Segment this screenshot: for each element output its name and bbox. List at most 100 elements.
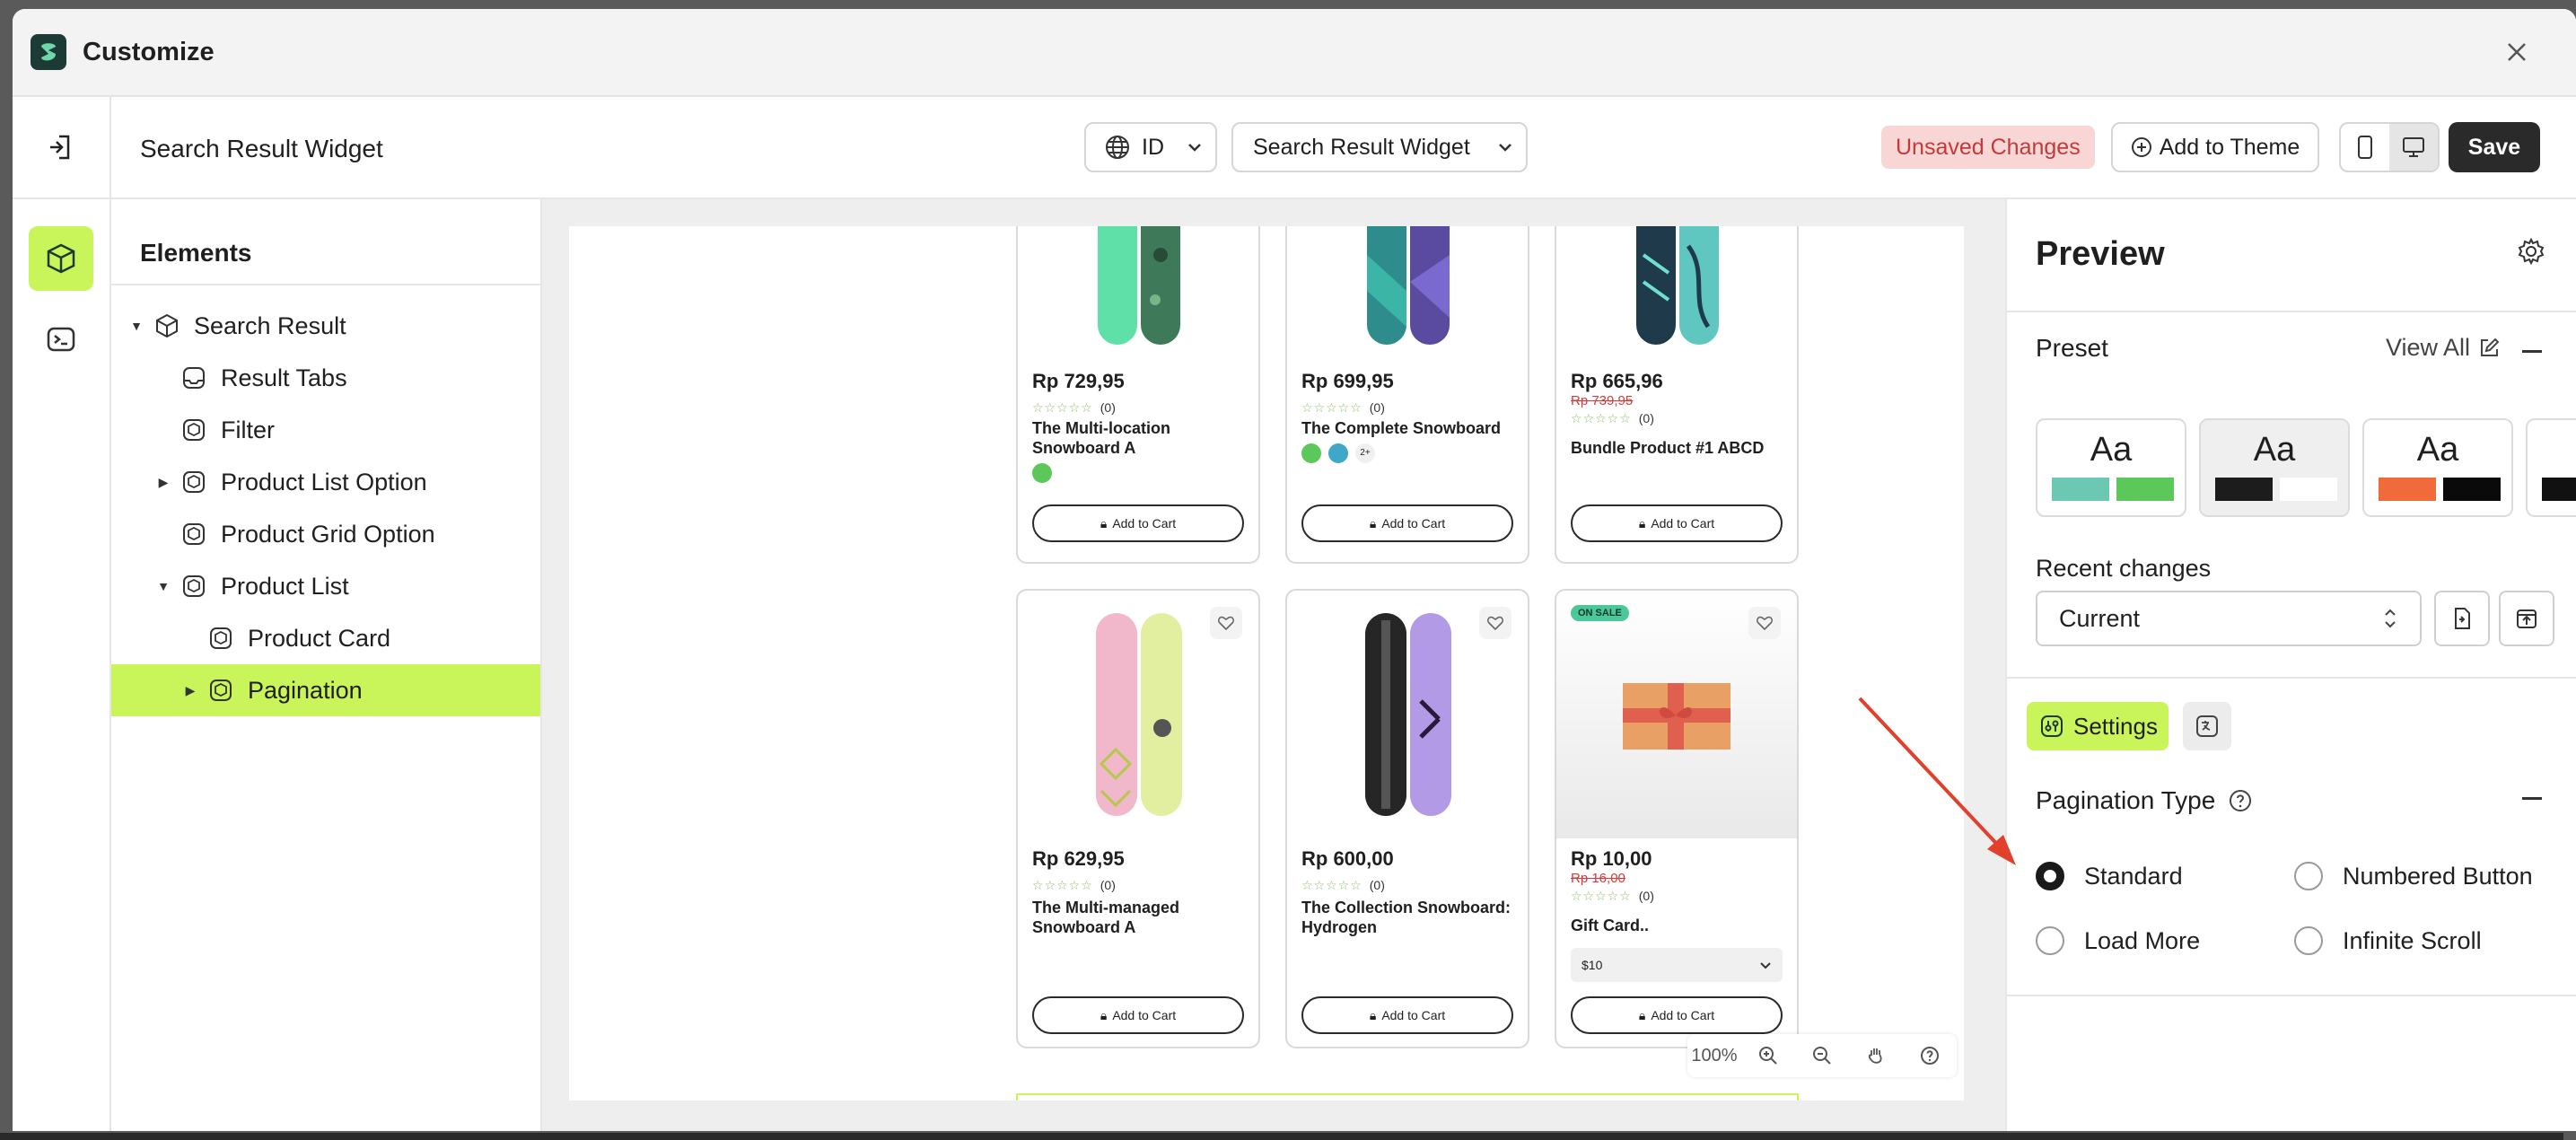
- close-icon[interactable]: [2501, 36, 2533, 68]
- tree-node-search-result[interactable]: ▼ Search Result: [111, 300, 540, 352]
- add-to-cart-button[interactable]: 🔒︎ Add to Cart: [1301, 996, 1513, 1034]
- mobile-icon: [2358, 136, 2372, 159]
- preset-color: [2052, 478, 2109, 501]
- review-count: (0): [1369, 878, 1385, 892]
- tree-node-product-grid-option[interactable]: Product Grid Option: [111, 508, 540, 560]
- product-name[interactable]: Gift Card..: [1571, 916, 1783, 935]
- caret-right-icon[interactable]: ▶: [183, 683, 197, 698]
- add-to-theme-button[interactable]: Add to Theme: [2111, 122, 2319, 172]
- caret-down-icon[interactable]: ▼: [156, 579, 171, 593]
- zoom-out-icon[interactable]: [1795, 1045, 1849, 1066]
- preset-card[interactable]: Aa: [2362, 418, 2513, 517]
- caret-down-icon[interactable]: ▼: [129, 319, 144, 333]
- color-swatch[interactable]: [1301, 443, 1321, 463]
- wishlist-heart-icon[interactable]: [1210, 607, 1242, 639]
- radio-label: Standard: [2084, 862, 2183, 890]
- more-swatches[interactable]: 2+: [1355, 443, 1375, 463]
- view-all-link[interactable]: View All: [2386, 334, 2501, 362]
- recent-changes-value: Current: [2059, 604, 2141, 632]
- radio-standard[interactable]: Standard: [2036, 862, 2183, 890]
- tree-node-product-list-option[interactable]: ▶ Product List Option: [111, 456, 540, 508]
- add-to-cart-button[interactable]: 🔒︎ Add to Cart: [1571, 996, 1783, 1034]
- view-all-label: View All: [2386, 334, 2471, 361]
- pagination-type-label: Pagination Type: [2036, 786, 2216, 814]
- cube-icon: [156, 313, 178, 338]
- add-to-cart-label: Add to Cart: [1381, 1008, 1446, 1022]
- preset-card-selected[interactable]: Aa: [2199, 418, 2350, 517]
- product-name[interactable]: The Multi-location Snowboard A: [1032, 418, 1244, 458]
- variant-select[interactable]: $10: [1571, 948, 1783, 982]
- product-card[interactable]: Rp 699,95 ☆☆☆☆☆ (0) The Complete Snowboar…: [1285, 226, 1529, 564]
- product-compare-price: Rp 16,00: [1571, 871, 1625, 886]
- component-icon: [183, 575, 205, 597]
- import-button[interactable]: [2434, 591, 2490, 646]
- tree-node-product-card[interactable]: Product Card: [111, 612, 540, 664]
- add-to-cart-button[interactable]: 🔒︎ Add to Cart: [1301, 504, 1513, 542]
- language-dropdown[interactable]: ID: [1084, 122, 1217, 172]
- collapse-preset-icon[interactable]: [2522, 350, 2542, 353]
- tree-node-product-list[interactable]: ▼ Product List: [111, 560, 540, 612]
- preset-color: [2542, 478, 2576, 501]
- product-card[interactable]: Rp 629,95 ☆☆☆☆☆ (0) The Multi-managed Sno…: [1016, 589, 1260, 1048]
- gear-icon[interactable]: [2517, 237, 2545, 270]
- add-to-cart-button[interactable]: 🔒︎ Add to Cart: [1032, 504, 1244, 542]
- collapse-section-icon[interactable]: [2522, 797, 2542, 800]
- preset-card-partial[interactable]: [2526, 418, 2576, 517]
- product-name[interactable]: The Complete Snowboard: [1301, 418, 1513, 438]
- exit-icon: [50, 135, 70, 160]
- terminal-icon: [47, 327, 75, 352]
- save-button[interactable]: Save: [2449, 122, 2540, 172]
- pagination-outline[interactable]: [1016, 1093, 1799, 1101]
- exit-button[interactable]: [13, 97, 111, 199]
- wishlist-heart-icon[interactable]: [1479, 607, 1511, 639]
- zoom-in-icon[interactable]: [1741, 1045, 1795, 1066]
- product-rating: ☆☆☆☆☆ (0): [1301, 400, 1385, 415]
- globe-icon: [1106, 136, 1129, 159]
- file-import-icon: [2455, 608, 2470, 629]
- help-icon[interactable]: [2228, 788, 2253, 813]
- radio-load-more[interactable]: Load More: [2036, 926, 2200, 955]
- add-to-cart-button[interactable]: 🔒︎ Add to Cart: [1032, 996, 1244, 1034]
- color-swatch[interactable]: [1032, 463, 1052, 483]
- radio-unselected-icon: [2294, 926, 2323, 955]
- product-card[interactable]: Rp 665,96 Rp 739,95 ☆☆☆☆☆ (0) Bundle Prod…: [1555, 226, 1799, 564]
- add-to-theme-label: Add to Theme: [2159, 134, 2300, 160]
- product-price: Rp 629,95: [1032, 847, 1125, 870]
- product-card[interactable]: Rp 729,95 ☆☆☆☆☆ (0) The Multi-location Sn…: [1016, 226, 1260, 564]
- hand-pan-icon[interactable]: [1849, 1045, 1903, 1066]
- elements-tab-button[interactable]: [29, 226, 93, 291]
- tree-node-label: Result Tabs: [221, 364, 347, 391]
- desktop-view-button[interactable]: [2389, 124, 2438, 171]
- settings-tab[interactable]: Settings: [2027, 702, 2169, 750]
- storefront-page: Rp 729,95 ☆☆☆☆☆ (0) The Multi-location Sn…: [569, 226, 1964, 1101]
- divider: [2007, 995, 2576, 996]
- help-icon[interactable]: [1903, 1045, 1957, 1066]
- color-swatch[interactable]: [1328, 443, 1348, 463]
- mobile-view-button[interactable]: [2341, 124, 2389, 171]
- template-dropdown[interactable]: Search Result Widget: [1231, 122, 1528, 172]
- code-tab-button[interactable]: [29, 307, 93, 372]
- add-to-cart-button[interactable]: 🔒︎ Add to Cart: [1571, 504, 1783, 542]
- tree-node-pagination[interactable]: ▶ Pagination: [111, 664, 540, 716]
- product-rating: ☆☆☆☆☆ (0): [1032, 400, 1116, 415]
- product-name[interactable]: Bundle Product #1 ABCD: [1571, 438, 1783, 458]
- product-card[interactable]: Rp 600,00 ☆☆☆☆☆ (0) The Collection Snowbo…: [1285, 589, 1529, 1048]
- preview-canvas: Rp 729,95 ☆☆☆☆☆ (0) The Multi-location Sn…: [542, 199, 2005, 1131]
- preview-title: Preview: [2036, 235, 2165, 273]
- product-name[interactable]: The Collection Snowboard: Hydrogen: [1301, 898, 1513, 937]
- language-value: ID: [1142, 134, 1164, 160]
- recent-changes-select[interactable]: Current: [2036, 591, 2422, 646]
- tree-node-result-tabs[interactable]: Result Tabs: [111, 352, 540, 404]
- wishlist-heart-icon[interactable]: [1748, 607, 1781, 639]
- product-card[interactable]: ON SALE Rp 10,00 Rp 16,00 ☆☆☆☆☆ (0) Gift …: [1555, 589, 1799, 1048]
- export-button[interactable]: [2499, 591, 2554, 646]
- radio-numbered-button[interactable]: Numbered Button: [2294, 862, 2533, 890]
- radio-infinite-scroll[interactable]: Infinite Scroll: [2294, 926, 2482, 955]
- tree-node-filter[interactable]: Filter: [111, 404, 540, 456]
- caret-right-icon[interactable]: ▶: [156, 475, 171, 490]
- component-icon: [210, 627, 232, 649]
- preset-card[interactable]: Aa: [2036, 418, 2186, 517]
- product-name[interactable]: The Multi-managed Snowboard A: [1032, 898, 1244, 937]
- translate-tab[interactable]: [2183, 702, 2231, 750]
- tree-node-label: Search Result: [194, 311, 346, 339]
